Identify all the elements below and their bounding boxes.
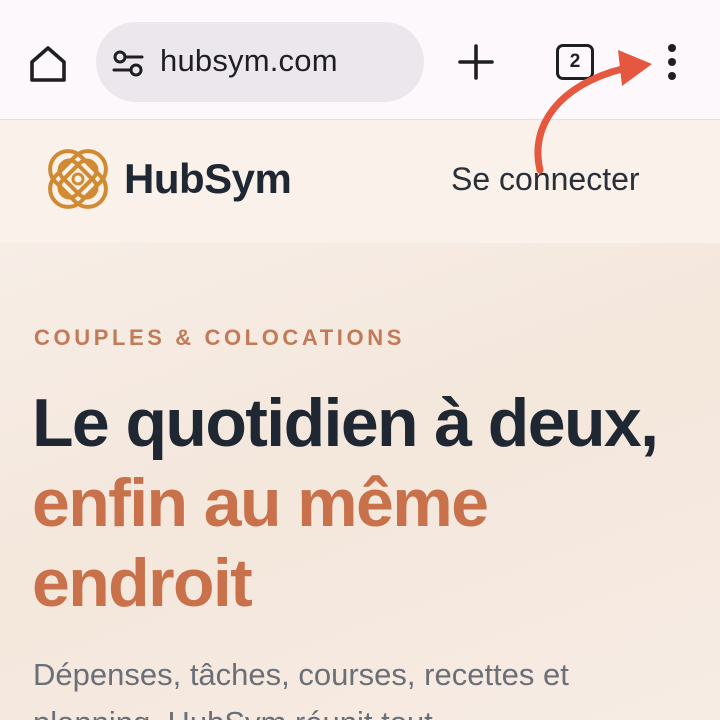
url-text[interactable]: hubsym.com [160, 43, 338, 79]
brand-name[interactable]: HubSym [124, 155, 292, 203]
login-link[interactable]: Se connecter [451, 161, 640, 198]
tab-count: 2 [569, 51, 581, 72]
home-icon[interactable] [26, 42, 70, 86]
hero-title-main: Le quotidien à deux, [32, 385, 659, 461]
site-header: HubSym Se connecter [0, 121, 720, 243]
hero-title: Le quotidien à deux, enfin au même endro… [32, 383, 692, 623]
plus-icon[interactable] [456, 42, 496, 82]
tab-switcher-button[interactable]: 2 [556, 44, 594, 80]
hero-eyebrow: COUPLES & COLOCATIONS [34, 325, 405, 350]
hero-subtitle: Dépenses, tâches, courses, recettes et p… [33, 657, 569, 720]
browser-toolbar: hubsym.com 2 [0, 0, 720, 120]
more-vert-icon[interactable] [660, 40, 684, 84]
hero-title-accent: enfin au même endroit [32, 465, 489, 621]
address-bar[interactable]: hubsym.com [96, 22, 424, 102]
hubsym-logo-icon[interactable] [44, 145, 112, 213]
web-page: HubSym Se connecter COUPLES & COLOCATION… [0, 121, 720, 720]
tune-icon[interactable] [112, 48, 144, 78]
